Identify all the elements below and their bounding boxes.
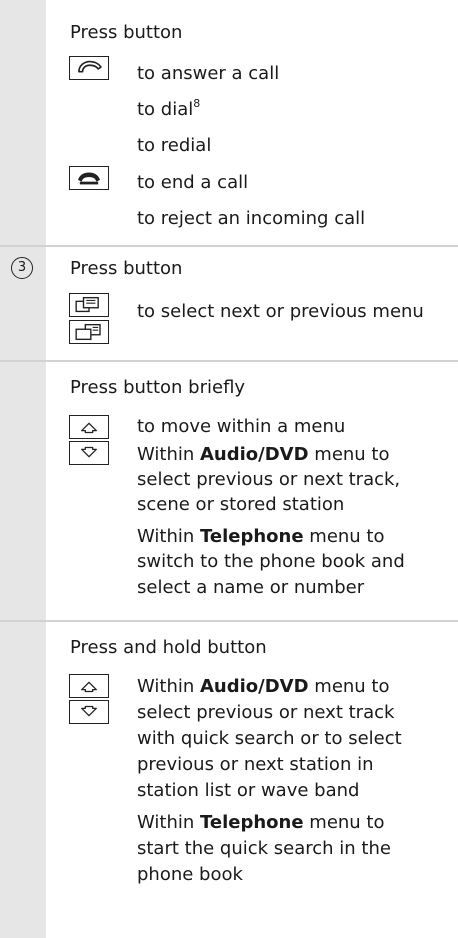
section1-heading: Press button xyxy=(70,22,183,43)
audio-brief-line3: scene or stored station xyxy=(137,494,345,515)
dial-footnote: 8 xyxy=(193,97,201,110)
audio-hold-line3: with quick search or to select xyxy=(137,728,402,749)
answer-call-text: to answer a call xyxy=(137,63,280,84)
arrow-down-icon xyxy=(69,441,109,465)
arrow-down-icon xyxy=(69,700,109,724)
button-function-table: Press button to answer a call to dial8 t… xyxy=(0,0,458,938)
audio-brief-line2: select previous or next track, xyxy=(137,469,401,490)
row-separator-3 xyxy=(0,620,458,622)
row-separator-2 xyxy=(0,360,458,362)
section4-heading: Press and hold button xyxy=(70,637,267,658)
telephone-hold-line3: phone book xyxy=(137,864,243,885)
redial-text: to redial xyxy=(137,135,212,156)
phone-answer-icon xyxy=(69,56,109,80)
left-shaded-column xyxy=(0,0,46,938)
section3-heading: Press button briefly xyxy=(70,377,246,398)
end-call-text: to end a call xyxy=(137,172,249,193)
item-number-badge: 3 xyxy=(11,257,33,279)
row-separator-1 xyxy=(0,245,458,247)
audio-hold-line4: previous or next station in xyxy=(137,754,374,775)
audio-hold-line2: select previous or next track xyxy=(137,702,395,723)
reject-call-text: to reject an incoming call xyxy=(137,208,366,229)
telephone-brief-line2: switch to the phone book and xyxy=(137,551,405,572)
menu-next-icon xyxy=(69,293,109,317)
telephone-hold-line1: Within Telephone menu to xyxy=(137,812,385,833)
audio-brief-line1: Within Audio/DVD menu to xyxy=(137,444,390,465)
phone-hangup-icon xyxy=(69,166,109,190)
menu-previous-icon xyxy=(69,320,109,344)
section2-heading: Press button xyxy=(70,258,183,279)
telephone-brief-line1: Within Telephone menu to xyxy=(137,526,385,547)
audio-hold-line1: Within Audio/DVD menu to xyxy=(137,676,390,697)
telephone-brief-line3: select a name or number xyxy=(137,577,365,598)
telephone-hold-line2: start the quick search in the xyxy=(137,838,391,859)
arrow-up-icon xyxy=(69,415,109,439)
arrow-up-icon xyxy=(69,674,109,698)
select-menu-text: to select next or previous menu xyxy=(137,301,424,322)
dial-text: to dial8 xyxy=(137,97,201,120)
move-within-menu-text: to move within a menu xyxy=(137,416,346,437)
audio-hold-line5: station list or wave band xyxy=(137,780,360,801)
